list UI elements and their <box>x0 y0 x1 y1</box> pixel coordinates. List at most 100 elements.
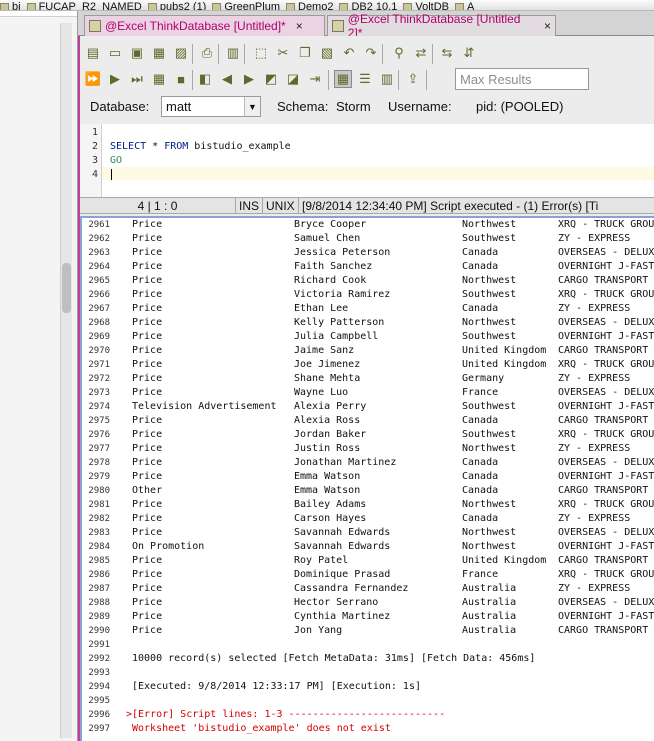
redo-icon[interactable]: ↷ <box>362 44 380 62</box>
result-cell: Emma Watson <box>294 485 361 496</box>
result-cell: Australia <box>462 611 517 622</box>
result-row[interactable]: 2979 Price Emma Watson Canada OVERNIGHT J-FA… <box>82 470 654 484</box>
navigator-scroll-thumb[interactable] <box>62 263 71 313</box>
chevron-down-icon[interactable]: ▼ <box>244 97 260 116</box>
paste-icon[interactable]: ▧ <box>318 44 336 62</box>
result-row[interactable]: 2967 Price Ethan Lee Canada ZY - EXPRESS <box>82 302 654 316</box>
connection-shortcut[interactable]: VoltDB <box>403 2 449 10</box>
prev-icon[interactable]: ◀ <box>218 70 236 88</box>
format-icon[interactable]: ⇆ <box>438 44 456 62</box>
result-cell: Joe Jimenez <box>294 359 361 370</box>
result-cell: Richard Cook <box>294 275 367 286</box>
result-row[interactable]: 2982 Price Carson Hayes Canada ZY - EXPRESS <box>82 512 654 526</box>
text-view-icon[interactable]: ☰ <box>356 70 374 88</box>
connection-shortcut[interactable]: GreenPlum <box>212 2 280 10</box>
uncomment-icon[interactable]: ◪ <box>284 70 302 88</box>
result-row[interactable]: 2987 Price Cassandra Fernandez Australia ZY … <box>82 582 654 596</box>
execute-all-icon[interactable]: ⏩ <box>84 70 102 88</box>
result-row[interactable]: 2970 Price Jaime Sanz United Kingdom CARGO T… <box>82 344 654 358</box>
tab-untitled-2[interactable]: @Excel ThinkDatabase [Untitled 2]* × <box>327 12 556 40</box>
result-row[interactable]: 2989 Price Cynthia Martinez Australia OVERNI… <box>82 610 654 624</box>
result-row[interactable]: 2969 Price Julia Campbell Southwest OVERNIGH… <box>82 330 654 344</box>
close-icon[interactable]: × <box>296 19 303 33</box>
result-row[interactable]: 2971 Price Joe Jimenez United Kingdom XRQ - … <box>82 358 654 372</box>
result-line-number: 2966 <box>88 290 110 300</box>
result-row[interactable]: 2961 Price Bryce Cooper Northwest XRQ - TRUC… <box>82 218 654 232</box>
execute-explain-icon[interactable]: ▦ <box>150 70 168 88</box>
new-file-icon[interactable]: ▤ <box>84 44 102 62</box>
result-row[interactable]: 2966 Price Victoria Ramirez Southwest XRQ - … <box>82 288 654 302</box>
open-folder-icon[interactable]: ▭ <box>106 44 124 62</box>
chart-view-icon[interactable]: ▥ <box>378 70 396 88</box>
result-row[interactable]: 2978 Price Jonathan Martinez Canada OVERSEAS… <box>82 456 654 470</box>
export-icon[interactable]: ⇪ <box>404 70 422 88</box>
close-icon[interactable]: × <box>544 19 551 33</box>
execute-icon[interactable]: ▶ <box>106 70 124 88</box>
format-alt-icon[interactable]: ⇵ <box>460 44 478 62</box>
undo-icon[interactable]: ↶ <box>340 44 358 62</box>
indent-icon[interactable]: ⇥ <box>306 70 324 88</box>
connection-shortcut[interactable]: A <box>454 1 475 11</box>
connection-shortcut[interactable]: pubs2 (1) <box>147 2 206 10</box>
connection-shortcut[interactable]: bi <box>0 2 21 10</box>
select-icon[interactable]: ⬚ <box>252 44 270 62</box>
page-setup-icon[interactable]: ▥ <box>224 44 242 62</box>
save-all-icon[interactable]: ▦ <box>150 44 168 62</box>
result-row[interactable]: 2986 Price Dominique Prasad France XRQ - TRU… <box>82 568 654 582</box>
save-as-icon[interactable]: ▨ <box>172 44 190 62</box>
result-row[interactable]: 2990 Price Jon Yang Australia CARGO TRANSPOR… <box>82 624 654 638</box>
navigator-scrollbar[interactable] <box>60 23 72 738</box>
result-row[interactable]: 2974 Television Advertisement Alexia Perry… <box>82 400 654 414</box>
connection-shortcut-label: A <box>466 1 475 11</box>
max-results-input[interactable]: Max Results <box>455 68 589 90</box>
result-row[interactable]: 2976 Price Jordan Baker Southwest XRQ - TRUC… <box>82 428 654 442</box>
result-row[interactable]: 2964 Price Faith Sanchez Canada OVERNIGHT J-… <box>82 260 654 274</box>
result-cell: Savannah Edwards <box>294 541 391 552</box>
result-row[interactable]: 2981 Price Bailey Adams Northwest XRQ - TRUC… <box>82 498 654 512</box>
result-row[interactable]: 2975 Price Alexia Ross Canada CARGO TRANSPOR… <box>82 414 654 428</box>
result-row[interactable]: 2984 On Promotion Savannah Edwards Northwes… <box>82 540 654 554</box>
editor-tab-strip: @Excel ThinkDatabase [Untitled]* × @Exce… <box>78 11 654 40</box>
result-cell: Price <box>132 555 163 566</box>
result-row[interactable]: 2963 Price Jessica Peterson Canada OVERSEAS … <box>82 246 654 260</box>
result-row[interactable]: 2972 Price Shane Mehta Germany ZY - EXPRESS <box>82 372 654 386</box>
result-row[interactable]: 2968 Price Kelly Patterson Northwest OVERSEA… <box>82 316 654 330</box>
results-pane[interactable]: 2961 Price Bryce Cooper Northwest XRQ - TRUC… <box>80 216 654 741</box>
print-icon[interactable]: ⎙ <box>198 44 216 62</box>
connection-shortcut[interactable]: Demo2 <box>286 2 333 10</box>
result-row[interactable]: 2980 Other Emma Watson Canada CARGO TRANSPOR… <box>82 484 654 498</box>
line-number-gutter: 1 2 3 4 <box>80 124 102 197</box>
next-icon[interactable]: ▶ <box>240 70 258 88</box>
copy-icon[interactable]: ❐ <box>296 44 314 62</box>
result-cell: United Kingdom <box>462 555 547 566</box>
result-row[interactable]: 2962 Price Samuel Chen Southwest ZY - EXPRES… <box>82 232 654 246</box>
result-row[interactable]: 2977 Price Justin Ross Northwest ZY - EXPRES… <box>82 442 654 456</box>
result-row[interactable]: 2973 Price Wayne Luo France OVERSEAS - DELUX… <box>82 386 654 400</box>
save-icon[interactable]: ▣ <box>128 44 146 62</box>
cut-icon[interactable]: ✂ <box>274 44 292 62</box>
find-icon[interactable]: ⚲ <box>390 44 408 62</box>
code-line[interactable]: GO <box>110 155 122 166</box>
stop-icon[interactable]: ■ <box>172 70 190 88</box>
toolbar-separator <box>432 44 433 64</box>
execute-step-icon[interactable]: ⏭ <box>128 70 146 88</box>
code-line[interactable]: SELECT * FROM bistudio_example <box>110 141 291 152</box>
tab-untitled[interactable]: @Excel ThinkDatabase [Untitled]* × <box>84 15 325 36</box>
result-cell: Kelly Patterson <box>294 317 385 328</box>
result-cell: Northwest <box>462 541 517 552</box>
result-row[interactable]: 2985 Price Roy Patel United Kingdom CARGO TR… <box>82 554 654 568</box>
connection-shortcut[interactable]: DB2 10.1 <box>339 2 397 10</box>
bookmark-icon[interactable]: ◧ <box>196 70 214 88</box>
sql-editor[interactable]: 1 2 3 4 SELECT * FROM bistudio_example G… <box>80 124 654 197</box>
result-row[interactable]: 2983 Price Savannah Edwards Northwest OVERSE… <box>82 526 654 540</box>
result-line-number: 2995 <box>88 696 110 706</box>
database-select[interactable]: matt ▼ <box>161 96 261 117</box>
grid-view-icon[interactable]: ▦ <box>334 70 352 88</box>
result-row[interactable]: 2965 Price Richard Cook Northwest CARGO TRAN… <box>82 274 654 288</box>
database-icon <box>147 3 157 10</box>
result-cell: United Kingdom <box>462 345 547 356</box>
replace-icon[interactable]: ⇄ <box>412 44 430 62</box>
comment-icon[interactable]: ◩ <box>262 70 280 88</box>
connection-shortcut[interactable]: FUCAP_R2_NAMED <box>26 2 142 10</box>
result-row[interactable]: 2988 Price Hector Serrano Australia OVERSEAS… <box>82 596 654 610</box>
